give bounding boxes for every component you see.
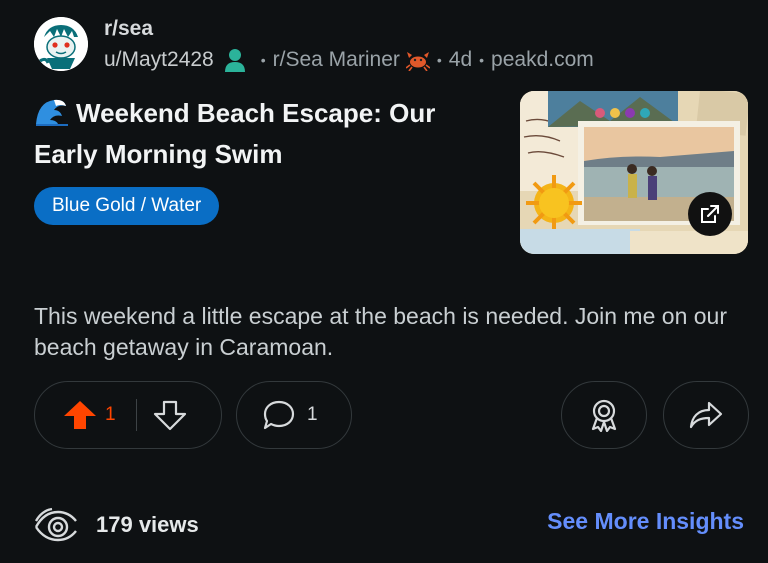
- separator-dot: •: [479, 52, 485, 68]
- share-icon: [689, 401, 723, 429]
- user-icon: [224, 48, 246, 72]
- views-count: 179 views: [96, 512, 199, 537]
- author-name[interactable]: u/Mayt2428: [104, 48, 214, 72]
- views-icon: [34, 507, 77, 542]
- views-stat: 179 views: [34, 505, 199, 545]
- post-thumbnail[interactable]: [520, 91, 748, 254]
- vote-divider: [135, 399, 137, 431]
- vote-bar: 1: [34, 381, 222, 449]
- crosspost-source[interactable]: r/Sea Mariner: [273, 48, 400, 72]
- upvote-icon: [64, 401, 96, 429]
- see-more-insights-link[interactable]: See More Insights: [547, 508, 744, 535]
- post-body[interactable]: This weekend a little escape at the beac…: [34, 301, 734, 363]
- post-title-text: Weekend Beach Escape: Our Early Morning …: [34, 98, 436, 169]
- subreddit-name[interactable]: r/sea: [104, 17, 153, 41]
- open-external-button[interactable]: [688, 192, 732, 236]
- post-domain[interactable]: peakd.com: [491, 48, 594, 72]
- separator-dot: •: [436, 52, 442, 68]
- comment-icon: [263, 400, 295, 430]
- award-button[interactable]: [561, 381, 647, 449]
- downvote-icon: [153, 400, 186, 431]
- share-button[interactable]: [663, 381, 749, 449]
- post-meta: u/Mayt2428 • r/Sea Mariner • 4d • peakd.…: [104, 46, 594, 74]
- external-link-icon: [701, 205, 719, 223]
- upvote-button[interactable]: [63, 400, 97, 430]
- crab-icon: [405, 49, 430, 71]
- comment-count: 1: [307, 404, 318, 425]
- comments-button[interactable]: 1: [236, 381, 352, 449]
- subreddit-avatar[interactable]: [34, 17, 88, 71]
- wave-icon: [34, 96, 68, 136]
- post-title[interactable]: Weekend Beach Escape: Our Early Morning …: [34, 95, 474, 173]
- flair-tag[interactable]: Blue Gold / Water: [34, 187, 220, 225]
- separator-dot: •: [260, 52, 266, 68]
- upvote-count: 1: [105, 404, 116, 425]
- downvote-button[interactable]: [153, 399, 187, 431]
- post-age: 4d: [448, 48, 473, 71]
- award-icon: [591, 399, 617, 432]
